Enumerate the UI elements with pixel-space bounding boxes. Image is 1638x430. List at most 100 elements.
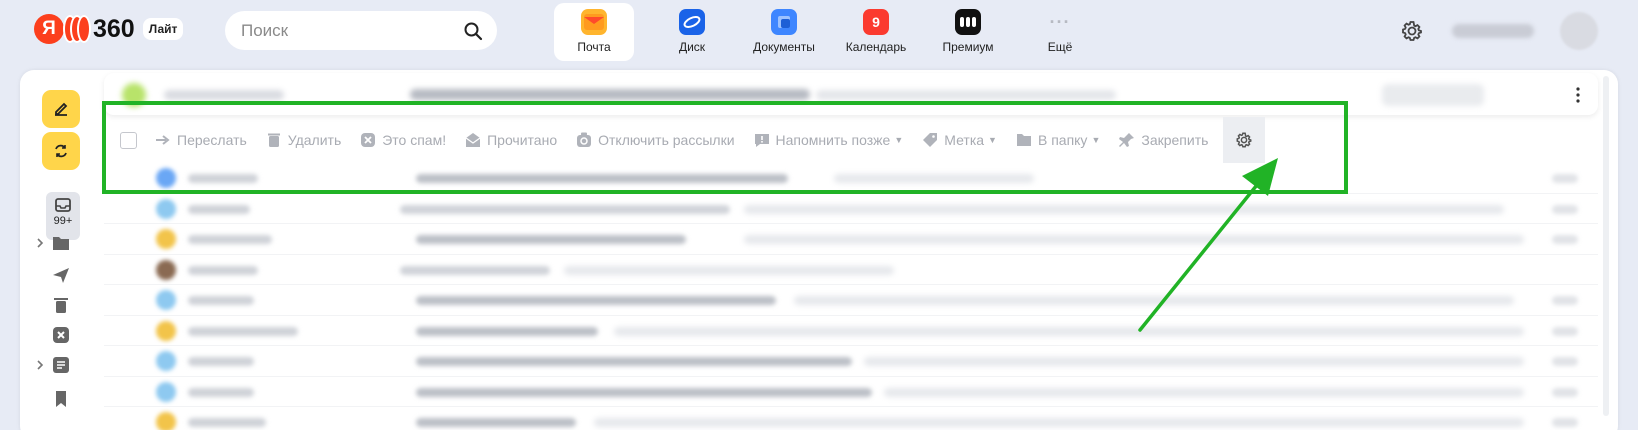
avatar xyxy=(156,351,176,371)
chevron-right-icon[interactable] xyxy=(36,360,44,370)
list-item[interactable] xyxy=(104,407,1598,430)
mail-envelope-icon xyxy=(581,9,607,35)
app-premium-label: Премиум xyxy=(942,40,994,54)
sidebar: 99+ xyxy=(20,70,102,430)
documents-icon xyxy=(771,9,797,35)
subject-blurred xyxy=(416,296,776,305)
inbox-unread-count: 99+ xyxy=(53,215,73,227)
app-more[interactable]: ··· Ещё xyxy=(1014,3,1106,61)
list-item[interactable] xyxy=(104,316,1598,346)
more-dots-icon: ··· xyxy=(1049,11,1071,32)
subject-blurred xyxy=(416,387,872,397)
date-blurred xyxy=(1552,418,1578,427)
avatar xyxy=(156,290,176,310)
letter-action-button-blurred[interactable] xyxy=(1382,84,1484,106)
sent-paper-plane-icon[interactable] xyxy=(52,266,70,284)
list-item[interactable] xyxy=(104,346,1598,377)
list-item[interactable] xyxy=(104,224,1598,255)
user-name-blurred[interactable] xyxy=(1452,24,1534,38)
lite-badge: Лайт xyxy=(142,18,184,40)
cloud-disk-icon xyxy=(679,9,705,35)
more-options-icon[interactable] xyxy=(1576,87,1580,103)
spam-x-icon[interactable] xyxy=(52,326,70,344)
subject-blurred xyxy=(400,265,550,275)
compose-button[interactable] xyxy=(42,90,80,128)
letter-sender-blurred xyxy=(164,90,284,100)
preview-blurred xyxy=(614,326,1524,336)
annotation-arrow-icon xyxy=(1138,158,1278,332)
rings-logo-icon xyxy=(61,14,91,44)
list-item[interactable] xyxy=(104,255,1598,285)
sender-blurred xyxy=(188,265,258,275)
app-calendar-label: Календарь xyxy=(845,40,907,54)
date-blurred xyxy=(1552,387,1578,397)
inbox-icon xyxy=(55,198,71,212)
sender-blurred xyxy=(188,204,250,214)
app-switcher: Почта Диск Документы 9 Календарь Премиум… xyxy=(554,3,1106,61)
letter-subject-blurred xyxy=(410,89,810,100)
search-icon[interactable] xyxy=(463,21,483,41)
sender-blurred xyxy=(188,326,298,336)
subject-blurred xyxy=(400,204,730,214)
preview-blurred xyxy=(564,265,894,275)
search-input[interactable]: Поиск xyxy=(225,11,497,50)
preview-blurred xyxy=(884,387,1524,397)
subject-blurred xyxy=(416,235,686,244)
subject-blurred xyxy=(416,418,576,427)
folder-icon[interactable] xyxy=(52,234,70,252)
sender-blurred xyxy=(188,387,254,397)
avatar xyxy=(156,320,176,341)
yandex-logo-mark: Я xyxy=(34,14,64,44)
letter-preview-blurred xyxy=(816,90,1116,100)
chevron-right-icon[interactable] xyxy=(36,238,44,248)
avatar xyxy=(156,259,176,280)
date-blurred xyxy=(1552,235,1578,244)
date-blurred xyxy=(1552,204,1578,214)
settings-gear-icon[interactable] xyxy=(1400,19,1424,43)
sender-blurred xyxy=(188,296,254,305)
compose-pencil-icon xyxy=(55,102,68,116)
yandex-360-logo[interactable]: Я 360 Лайт xyxy=(34,14,184,44)
app-premium[interactable]: Премиум xyxy=(922,3,1014,61)
bookmark-icon[interactable] xyxy=(52,390,70,408)
date-blurred xyxy=(1552,174,1578,183)
date-blurred xyxy=(1552,357,1578,366)
sender-blurred xyxy=(188,235,272,244)
calendar-icon: 9 xyxy=(863,9,889,35)
preview-blurred xyxy=(864,357,1524,366)
search-placeholder: Поиск xyxy=(241,20,289,40)
calendar-day-badge: 9 xyxy=(872,14,880,30)
mail-list xyxy=(104,163,1598,430)
preview-blurred xyxy=(744,204,1504,214)
list-item[interactable] xyxy=(104,285,1598,316)
trash-icon[interactable] xyxy=(52,296,70,314)
app-mail-label: Почта xyxy=(577,40,611,54)
app-documents[interactable]: Документы xyxy=(738,3,830,61)
app-more-label: Ещё xyxy=(1047,40,1073,54)
premium-icon xyxy=(955,9,981,35)
avatar xyxy=(156,412,176,430)
avatar[interactable] xyxy=(1560,12,1598,50)
subject-blurred xyxy=(416,357,852,366)
sender-blurred xyxy=(188,357,254,366)
sidebar-item-inbox[interactable]: 99+ xyxy=(46,192,80,240)
list-item[interactable] xyxy=(104,377,1598,407)
refresh-button[interactable] xyxy=(42,132,80,170)
sender-blurred xyxy=(188,418,266,427)
app-disk-label: Диск xyxy=(678,40,706,54)
app-documents-label: Документы xyxy=(753,40,815,54)
list-item[interactable] xyxy=(104,194,1598,224)
date-blurred xyxy=(1552,296,1578,305)
app-disk[interactable]: Диск xyxy=(646,3,738,61)
drafts-icon[interactable] xyxy=(52,356,70,374)
preview-blurred xyxy=(594,418,1524,427)
avatar xyxy=(156,229,176,249)
avatar xyxy=(156,381,176,402)
logo-brand-text: 360 xyxy=(93,14,135,43)
app-calendar[interactable]: 9 Календарь xyxy=(830,3,922,61)
app-mail[interactable]: Почта xyxy=(554,3,634,61)
subject-blurred xyxy=(416,326,598,336)
refresh-icon xyxy=(55,144,67,158)
scrollbar[interactable] xyxy=(1603,76,1609,416)
date-blurred xyxy=(1552,326,1578,336)
